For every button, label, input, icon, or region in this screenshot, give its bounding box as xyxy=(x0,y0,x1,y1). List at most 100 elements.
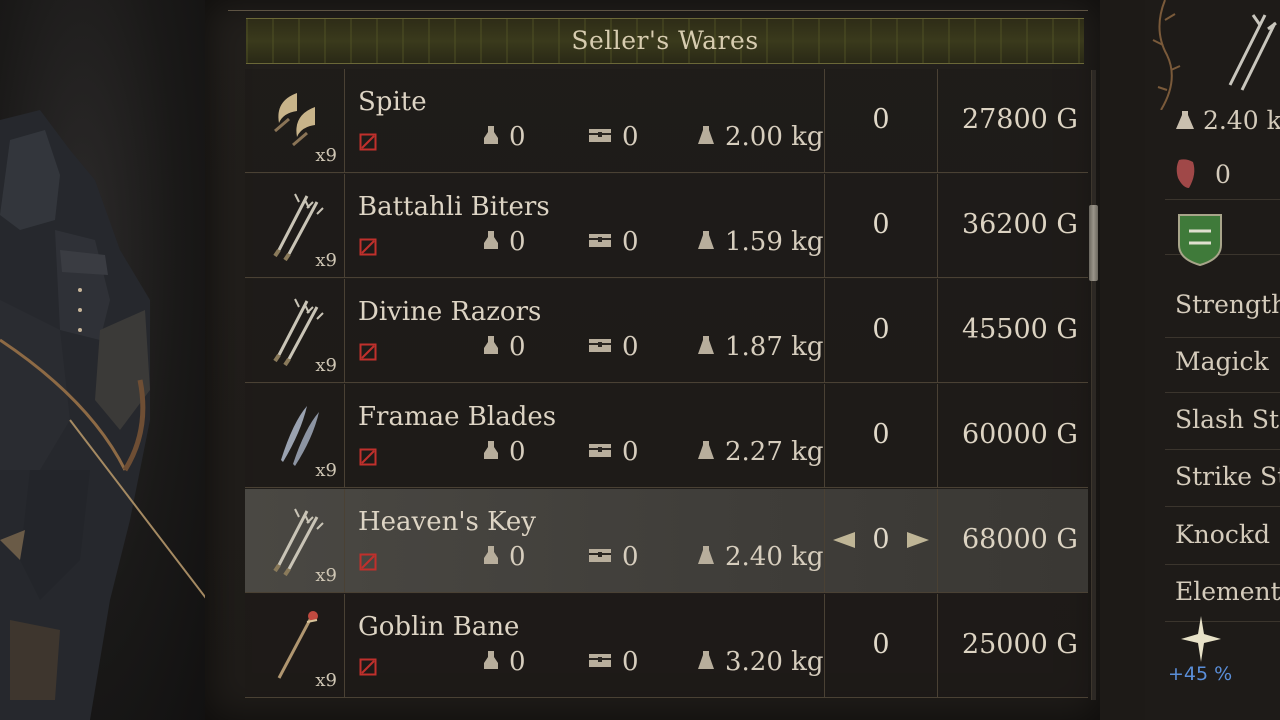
shop-item-row[interactable]: x9 Battahli Biters 0 0 1.59 kg 0 36200 G xyxy=(245,174,1088,278)
shop-item-row[interactable]: x9 Divine Razors 0 0 1.87 kg 0 45500 G xyxy=(245,279,1088,383)
quantity-stepper[interactable]: 0 xyxy=(824,174,938,277)
shop-item-row[interactable]: x9 Goblin Bane 0 0 3.20 kg 0 25000 G xyxy=(245,594,1088,698)
scrollbar-track[interactable] xyxy=(1091,70,1096,700)
stat-storage: 0 xyxy=(588,332,639,362)
weight-icon xyxy=(1176,110,1194,129)
divider xyxy=(228,10,1088,11)
item-icon-cell: x9 xyxy=(245,384,345,487)
stat-label: Element xyxy=(1175,577,1280,606)
holy-element-icon xyxy=(1181,616,1221,662)
flask-icon xyxy=(484,651,498,669)
flask-icon xyxy=(484,546,498,564)
item-name: Divine Razors xyxy=(358,297,542,327)
chest-icon xyxy=(589,654,611,667)
quantity-stepper[interactable]: 0 xyxy=(824,69,938,172)
stat-weight: 1.87 kg xyxy=(697,332,824,362)
stat-storage-value: 0 xyxy=(622,437,639,467)
stat-label: Magick xyxy=(1175,347,1269,376)
stat-weight-value: 2.27 kg xyxy=(725,437,824,467)
chest-icon xyxy=(589,234,611,247)
arrow-right-icon[interactable] xyxy=(907,532,929,548)
item-price: 45500 G xyxy=(961,314,1078,345)
stat-carried-value: 0 xyxy=(509,437,526,467)
stat-storage-value: 0 xyxy=(622,647,639,677)
item-price: 25000 G xyxy=(961,629,1078,660)
stat-carried: 0 xyxy=(483,542,526,572)
flask-icon xyxy=(484,441,498,459)
cannot-equip-icon xyxy=(359,133,377,151)
skill-crest-icon xyxy=(1178,214,1222,267)
shop-item-row[interactable]: x9 Spite 0 0 2.00 kg 0 27800 G xyxy=(245,69,1088,173)
shop-item-row[interactable]: x9 Framae Blades 0 0 2.27 kg 0 60000 G xyxy=(245,384,1088,488)
stat-carried-value: 0 xyxy=(509,227,526,257)
weight-icon xyxy=(698,546,714,564)
stat-storage: 0 xyxy=(588,227,639,257)
owned-quantity: x9 xyxy=(315,670,337,691)
page-title: Seller's Wares xyxy=(571,26,759,55)
scrollbar-thumb[interactable] xyxy=(1089,205,1098,281)
stat-carried: 0 xyxy=(483,227,526,257)
cannot-equip-icon xyxy=(359,658,377,676)
cannot-equip-icon xyxy=(359,343,377,361)
stat-storage-value: 0 xyxy=(622,332,639,362)
element-percent: +45 % xyxy=(1168,663,1233,685)
quantity-stepper[interactable]: 0 xyxy=(824,279,938,382)
stat-storage: 0 xyxy=(588,542,639,572)
stat-weight: 3.20 kg xyxy=(697,647,824,677)
stat-carried: 0 xyxy=(483,647,526,677)
stat-carried-value: 0 xyxy=(509,542,526,572)
stat-storage-value: 0 xyxy=(622,227,639,257)
quantity-stepper[interactable]: 0 xyxy=(824,384,938,487)
stat-weight-value: 1.87 kg xyxy=(725,332,824,362)
item-icon-cell: x9 xyxy=(245,174,345,277)
stat-storage: 0 xyxy=(588,437,639,467)
item-price: 68000 G xyxy=(961,524,1078,555)
item-name: Battahli Biters xyxy=(358,192,550,222)
shop-header: Seller's Wares xyxy=(246,18,1084,64)
flask-icon xyxy=(484,336,498,354)
stat-label: Strength xyxy=(1175,290,1280,319)
stat-carried-value: 0 xyxy=(509,122,526,152)
owned-quantity: x9 xyxy=(315,565,337,586)
item-price: 27800 G xyxy=(961,104,1078,135)
detail-weight-value: 2.40 kg xyxy=(1202,106,1280,135)
stat-weight: 2.00 kg xyxy=(697,122,824,152)
purchase-count: 0 xyxy=(872,209,890,240)
stat-carried: 0 xyxy=(483,437,526,467)
item-icon-cell: x9 xyxy=(245,594,345,697)
owned-quantity: x9 xyxy=(315,460,337,481)
stat-weight-value: 3.20 kg xyxy=(725,647,824,677)
shop-item-row[interactable]: x9 Heaven's Key 0 0 2.40 kg 0 68000 G xyxy=(245,489,1088,593)
stat-weight: 2.27 kg xyxy=(697,437,824,467)
weight-icon xyxy=(698,651,714,669)
stat-label: Slash St xyxy=(1175,405,1280,434)
purchase-count: 0 xyxy=(872,314,890,345)
quantity-stepper[interactable]: 0 xyxy=(824,594,938,697)
cannot-equip-icon xyxy=(359,553,377,571)
detail-defense: 0 xyxy=(1175,158,1231,193)
purchase-count: 0 xyxy=(872,419,890,450)
stat-weight-value: 2.40 kg xyxy=(725,542,824,572)
stat-storage-value: 0 xyxy=(622,122,639,152)
chest-icon xyxy=(589,129,611,142)
vine-ornament xyxy=(1152,0,1181,110)
stat-weight: 2.40 kg xyxy=(697,542,824,572)
stat-carried-value: 0 xyxy=(509,332,526,362)
stat-carried: 0 xyxy=(483,332,526,362)
purchase-count: 0 xyxy=(872,104,890,135)
item-list: x9 Spite 0 0 2.00 kg 0 27800 G x9 Battah… xyxy=(245,69,1088,720)
stat-weight-value: 2.00 kg xyxy=(725,122,824,152)
stat-label: Knockd xyxy=(1175,520,1270,549)
stat-weight-value: 1.59 kg xyxy=(725,227,824,257)
weight-icon xyxy=(698,441,714,459)
item-price: 36200 G xyxy=(961,209,1078,240)
detail-weight: 2.40 kg xyxy=(1175,106,1280,135)
item-icon-cell: x9 xyxy=(245,489,345,592)
item-icon-cell: x9 xyxy=(245,69,345,172)
owned-quantity: x9 xyxy=(315,250,337,271)
stat-storage: 0 xyxy=(588,122,639,152)
cannot-equip-icon xyxy=(359,238,377,256)
item-name: Heaven's Key xyxy=(358,507,536,537)
quantity-stepper[interactable]: 0 xyxy=(824,489,938,592)
item-name: Spite xyxy=(358,87,427,117)
